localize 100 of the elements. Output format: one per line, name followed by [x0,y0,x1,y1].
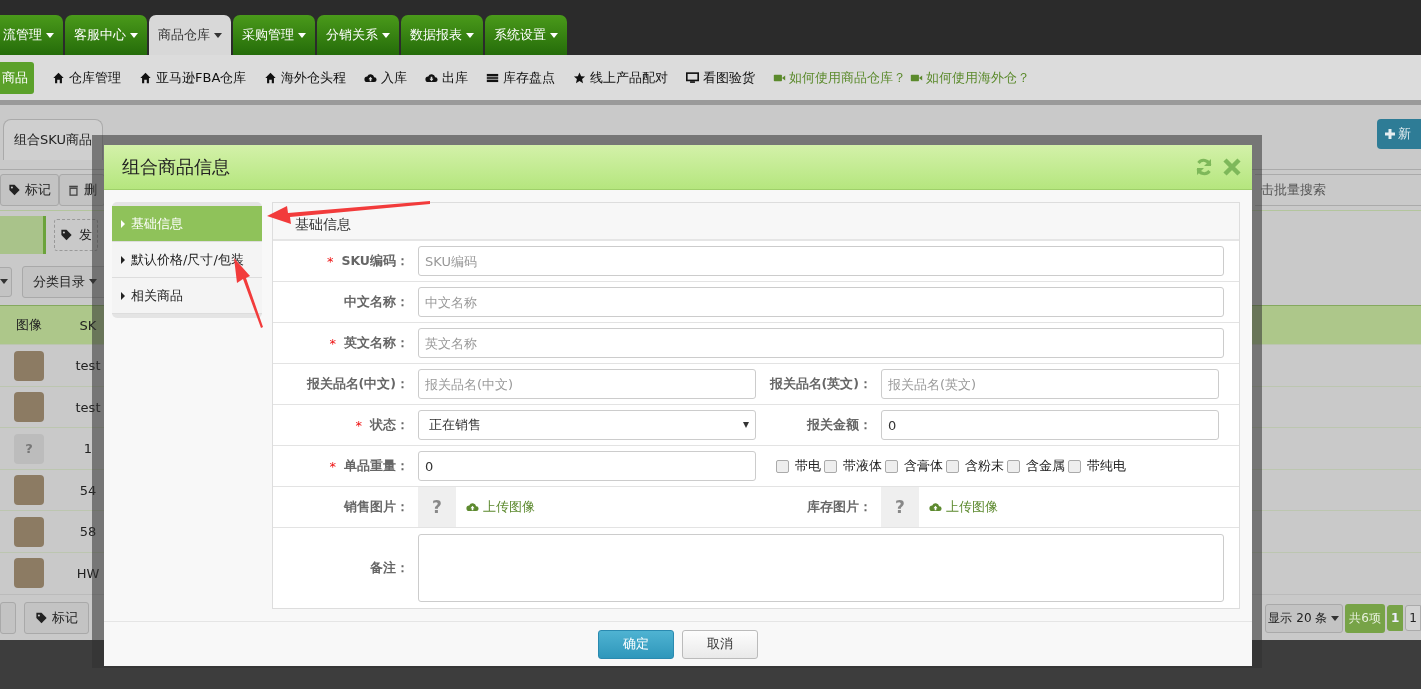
nav-tab[interactable]: 分销关系 [317,15,399,55]
caret-icon [550,32,558,38]
nav-tab[interactable]: 客服中心 [65,15,147,55]
toolbar-button[interactable]: 删 [59,174,105,207]
field-label: 状态： [370,416,409,434]
toolbar-button[interactable] [0,602,16,635]
notes-textarea[interactable] [418,534,1224,602]
field-label: 中文名称： [344,293,409,311]
nav-tab[interactable]: 采购管理 [233,15,315,55]
home-icon [139,71,152,84]
tag-icon [60,228,73,241]
nav-link[interactable]: 海外仓头程 [264,68,347,87]
nav-link[interactable]: 线上产品配对 [573,68,669,87]
nav-tab[interactable]: 流管理 [0,15,63,55]
tag-icon [8,184,21,197]
nav-link[interactable]: 出库 [425,68,469,87]
table-cell-text: test [74,358,102,374]
nav-link[interactable]: 仓库管理 [52,68,121,87]
refresh-icon[interactable] [1194,157,1214,177]
checkbox[interactable] [1007,459,1020,473]
column-header: SK [78,317,98,333]
field-label: 销售图片： [344,498,409,516]
nav-tab[interactable]: 数据报表 [401,15,483,55]
caret-icon [130,32,138,38]
checkbox[interactable] [1068,459,1081,473]
text-input[interactable]: 报关品名(中文) [418,369,756,399]
cloud-upload-icon [466,501,479,513]
cancel-button[interactable]: 取消 [682,629,758,659]
cloud-upload-icon [929,501,942,513]
field-label: 备注： [370,559,409,577]
table-cell-text: 58 [78,524,98,540]
nav-tab[interactable]: 商品仓库 [149,15,231,55]
plus-icon [1385,129,1395,139]
photo-placeholder [14,350,44,381]
nav-link[interactable]: 入库 [364,68,408,87]
checkbox[interactable] [776,459,789,473]
menu-item[interactable]: 相关商品 [112,278,262,314]
field-label: SKU编码： [341,252,409,270]
required-mark: * [326,253,334,269]
text-input[interactable]: 报关品名(英文) [881,369,1219,399]
dialog-title: 组合商品信息 [122,155,230,179]
photo-placeholder [14,475,44,506]
page-size-dropdown[interactable]: 显示 20 条 [1265,603,1344,633]
add-button[interactable]: 新 [1377,119,1421,149]
nav-link[interactable]: 看图验货 [686,68,756,87]
caret-icon [89,279,97,285]
cloud-upload-icon [364,71,378,84]
weight-input[interactable]: 0 [418,451,756,481]
amount-input[interactable]: 0 [881,410,1219,440]
field-label: 英文名称： [344,334,409,352]
checkbox[interactable] [885,459,898,473]
caret-icon [382,32,390,38]
trash-icon [67,184,80,197]
dropdown-button[interactable] [0,266,12,297]
caret-icon [46,32,54,38]
field-label: 库存图片： [807,498,872,516]
cloud-download-icon [425,71,439,84]
field-label: 单品重量： [344,457,409,475]
close-icon[interactable] [1222,157,1242,177]
table-cell-text: HW [75,565,101,581]
home-icon [52,71,65,84]
list-icon [486,71,500,84]
caret-icon [0,279,8,285]
text-input[interactable]: 中文名称 [418,287,1224,317]
mark-button[interactable]: 标记 [24,602,89,635]
table-cell-text: 1 [82,441,94,457]
checkbox-label: 带纯电 [1087,457,1126,475]
question-mark: ? [895,497,905,517]
required-mark: * [355,417,362,433]
upload-link[interactable]: 上传图像 [466,498,756,516]
checkbox[interactable] [824,459,837,473]
monitor-icon [686,71,700,84]
caret-icon [214,32,222,38]
total-count: 共6项 [1345,603,1385,633]
toolbar-button[interactable]: 标记 [0,174,59,207]
section-title: 基础信息 [273,203,1239,241]
upload-link[interactable]: 上传图像 [929,498,1219,516]
checkbox-label: 带电 [795,457,821,475]
text-input[interactable]: SKU编码 [418,246,1224,276]
nav-link[interactable]: 亚马逊FBA仓库 [139,68,247,87]
caret-icon [298,32,306,38]
nav-link[interactable]: 库存盘点 [486,68,556,87]
checkbox-label: 含膏体 [904,457,943,475]
page-button[interactable]: 1 [1405,605,1421,632]
caret-icon [1331,615,1340,621]
question-mark: ? [25,441,33,457]
photo-placeholder [14,558,44,589]
required-mark: * [329,458,336,474]
photo-placeholder [14,392,44,423]
text-input[interactable]: 英文名称 [418,328,1224,358]
tag-button[interactable]: 发 [54,218,98,251]
home-icon [264,71,278,84]
question-mark: ? [432,497,442,517]
photo-placeholder [14,516,44,547]
checkbox[interactable] [946,459,959,473]
tag-icon [35,612,48,625]
page-tab[interactable]: 组合SKU商品 [3,119,103,161]
nav-tab[interactable]: 系统设置 [485,15,567,55]
status-select[interactable]: 正在销售 [418,410,756,440]
field-label: 报关品名(中文)： [306,375,409,393]
